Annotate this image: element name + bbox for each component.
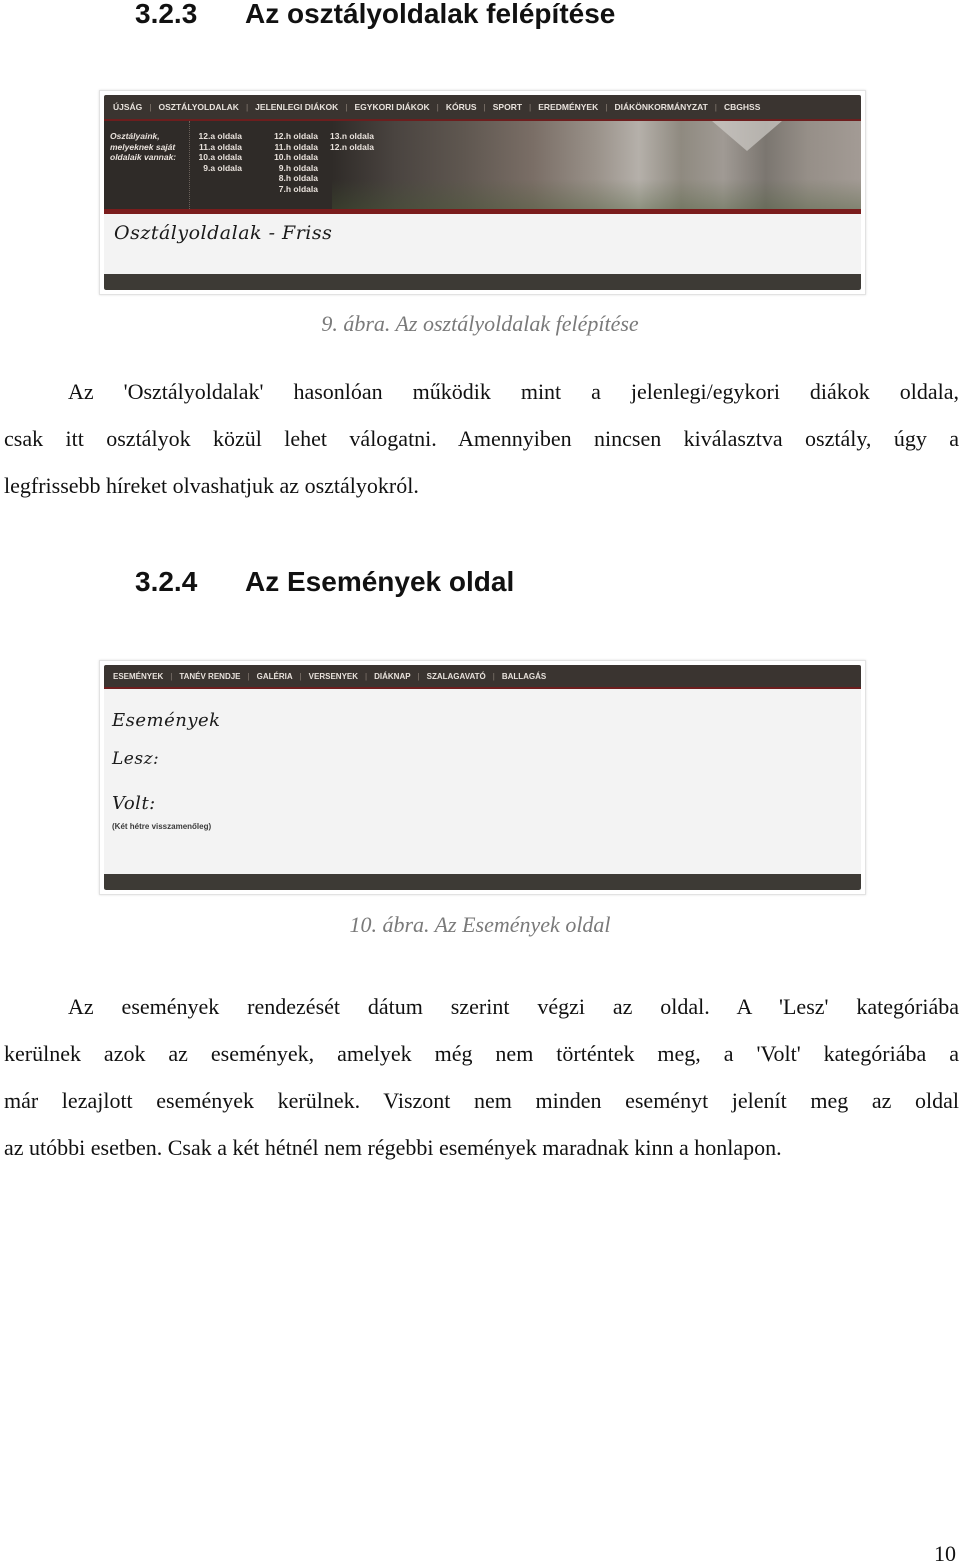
website-screenshot: ESEMÉNYEK | TANÉV RENDJE | GALÉRIA | VERSEN…: [104, 665, 861, 890]
class-link-9a[interactable]: 9.a oldala: [194, 163, 242, 174]
page-number: 10: [934, 1541, 956, 1566]
paragraph-line: kerülnek azok az események, amelyek még …: [4, 1041, 959, 1066]
class-link-8h[interactable]: 8.h oldala: [260, 173, 318, 184]
class-link-10h[interactable]: 10.h oldala: [260, 152, 318, 163]
class-column-a: 12.a oldala 11.a oldala 10.a oldala 9.a …: [194, 131, 242, 173]
nav-item-korus[interactable]: KÓRUS: [444, 102, 479, 112]
classes-label-line: Osztályaink,: [110, 131, 160, 141]
nav-item-ujsag[interactable]: ÚJSÁG: [111, 102, 144, 112]
section-heading-3-2-4: 3.2.4 Az Események oldal: [135, 566, 514, 598]
nav-item-jelenlegi-diakok[interactable]: JELENLEGI DIÁKOK: [253, 102, 340, 112]
nav-item-versenyek[interactable]: VERSENYEK: [307, 672, 360, 681]
figure-esemenyek-screenshot: ESEMÉNYEK | TANÉV RENDJE | GALÉRIA | VERSEN…: [99, 660, 866, 895]
events-nav-bar: ESEMÉNYEK | TANÉV RENDJE | GALÉRIA | VERSEN…: [104, 665, 861, 689]
nav-item-osztalyoldalak[interactable]: OSZTÁLYOLDALAK: [157, 102, 241, 112]
nav-item-esemenyek[interactable]: ESEMÉNYEK: [111, 672, 165, 681]
nav-item-tanev-rendje[interactable]: TANÉV RENDJE: [177, 672, 242, 681]
lesz-label: Lesz:: [112, 749, 160, 769]
page-title-esemenyek: Események: [112, 710, 221, 731]
class-link-11a[interactable]: 11.a oldala: [194, 142, 242, 153]
nav-separator: |: [345, 102, 348, 112]
paragraph-line: Az 'Osztályoldalak' hasonlóan működik mi…: [68, 379, 959, 404]
nav-item-eredmenyek[interactable]: EREDMÉNYEK: [536, 102, 600, 112]
class-column-h: 12.h oldala 11.h oldala 10.h oldala 9.h …: [260, 131, 318, 195]
classes-label: Osztályaink, melyeknek saját oldalaik va…: [110, 131, 176, 163]
class-menu-banner: Osztályaink, melyeknek saját oldalaik va…: [104, 121, 861, 214]
dotted-divider: [189, 121, 190, 209]
nav-separator: |: [605, 102, 608, 112]
volt-label: Volt:: [112, 793, 156, 814]
class-link-12h[interactable]: 12.h oldala: [260, 131, 318, 142]
class-link-7h[interactable]: 7.h oldala: [260, 184, 318, 195]
section-number: 3.2.4: [135, 566, 198, 597]
volt-note: (Két hétre visszamenőleg): [112, 822, 212, 831]
nav-item-cbghss[interactable]: CBGHSS: [722, 102, 762, 112]
class-link-12n[interactable]: 12.n oldala: [330, 142, 380, 153]
nav-item-szalagavato[interactable]: SZALAGAVATÓ: [425, 672, 488, 681]
paragraph-line: az utóbbi esetben. Csak a két hétnél nem…: [4, 1135, 782, 1160]
page-title-osztalyoldalak-friss: Osztályoldalak - Friss: [114, 222, 333, 244]
nav-item-galeria[interactable]: GALÉRIA: [255, 672, 295, 681]
paragraph-line: már lezajlott események kerülnek. Viszon…: [4, 1088, 959, 1113]
section-title: Az osztályoldalak felépítése: [245, 0, 616, 29]
nav-separator: |: [245, 102, 249, 112]
nav-item-ballagas[interactable]: BALLAGÁS: [500, 672, 548, 681]
section-number: 3.2.3: [135, 0, 198, 29]
figure-caption-9: 9. ábra. Az osztályoldalak felépítése: [321, 311, 639, 336]
class-column-n: 13.n oldala 12.n oldala: [330, 131, 380, 152]
paragraph-line: Az események rendezését dátum szerint vé…: [68, 994, 959, 1019]
classes-label-line: oldalaik vannak:: [110, 152, 177, 162]
paragraph-line: legfrissebb híreket olvashatjuk az osztá…: [4, 473, 419, 498]
class-link-9h[interactable]: 9.h oldala: [260, 163, 318, 174]
class-link-10a[interactable]: 10.a oldala: [194, 152, 242, 163]
nav-item-diaknap[interactable]: DIÁKNAP: [372, 672, 412, 681]
nav-separator: |: [170, 671, 173, 681]
nav-separator: |: [714, 102, 718, 112]
nav-separator: |: [149, 102, 152, 112]
students-photo: [332, 121, 861, 209]
figure-caption-10: 10. ábra. Az Események oldal: [349, 912, 611, 937]
website-screenshot: ÚJSÁG | OSZTÁLYOLDALAK | JELENLEGI DIÁKOK |…: [104, 95, 861, 290]
class-link-13n[interactable]: 13.n oldala: [330, 131, 380, 142]
footer-bar: [104, 874, 861, 890]
nav-item-diakonkormanyzat[interactable]: DIÁKÖNKORMÁNYZAT: [612, 102, 709, 112]
main-nav-bar: ÚJSÁG | OSZTÁLYOLDALAK | JELENLEGI DIÁKOK |…: [104, 95, 861, 121]
nav-separator: |: [299, 671, 302, 681]
nav-item-sport[interactable]: SPORT: [491, 102, 524, 112]
nav-separator: |: [365, 671, 368, 681]
nav-separator: |: [417, 671, 420, 681]
figure-osztalyoldalak-screenshot: ÚJSÁG | OSZTÁLYOLDALAK | JELENLEGI DIÁKOK |…: [99, 90, 866, 295]
nav-separator: |: [436, 102, 439, 112]
section-title: Az Események oldal: [245, 566, 515, 597]
paragraph-line: csak itt osztályok közül lehet válogatni…: [4, 426, 959, 451]
paragraph-esemenyek: Az események rendezését dátum szerint vé…: [4, 983, 959, 1171]
class-link-11h[interactable]: 11.h oldala: [260, 142, 318, 153]
nav-separator: |: [492, 671, 495, 681]
class-link-12a[interactable]: 12.a oldala: [194, 131, 242, 142]
nav-separator: |: [483, 102, 486, 112]
classes-label-line: melyeknek saját: [110, 141, 176, 152]
nav-separator: |: [247, 671, 250, 681]
nav-separator: |: [529, 102, 532, 112]
paragraph-osztalyoldalak: Az 'Osztályoldalak' hasonlóan működik mi…: [4, 368, 959, 509]
nav-item-egykori-diakok[interactable]: EGYKORI DIÁKOK: [353, 102, 432, 112]
footer-bar: [104, 274, 861, 290]
section-heading-3-2-3: 3.2.3 Az osztályoldalak felépítése: [135, 0, 615, 30]
